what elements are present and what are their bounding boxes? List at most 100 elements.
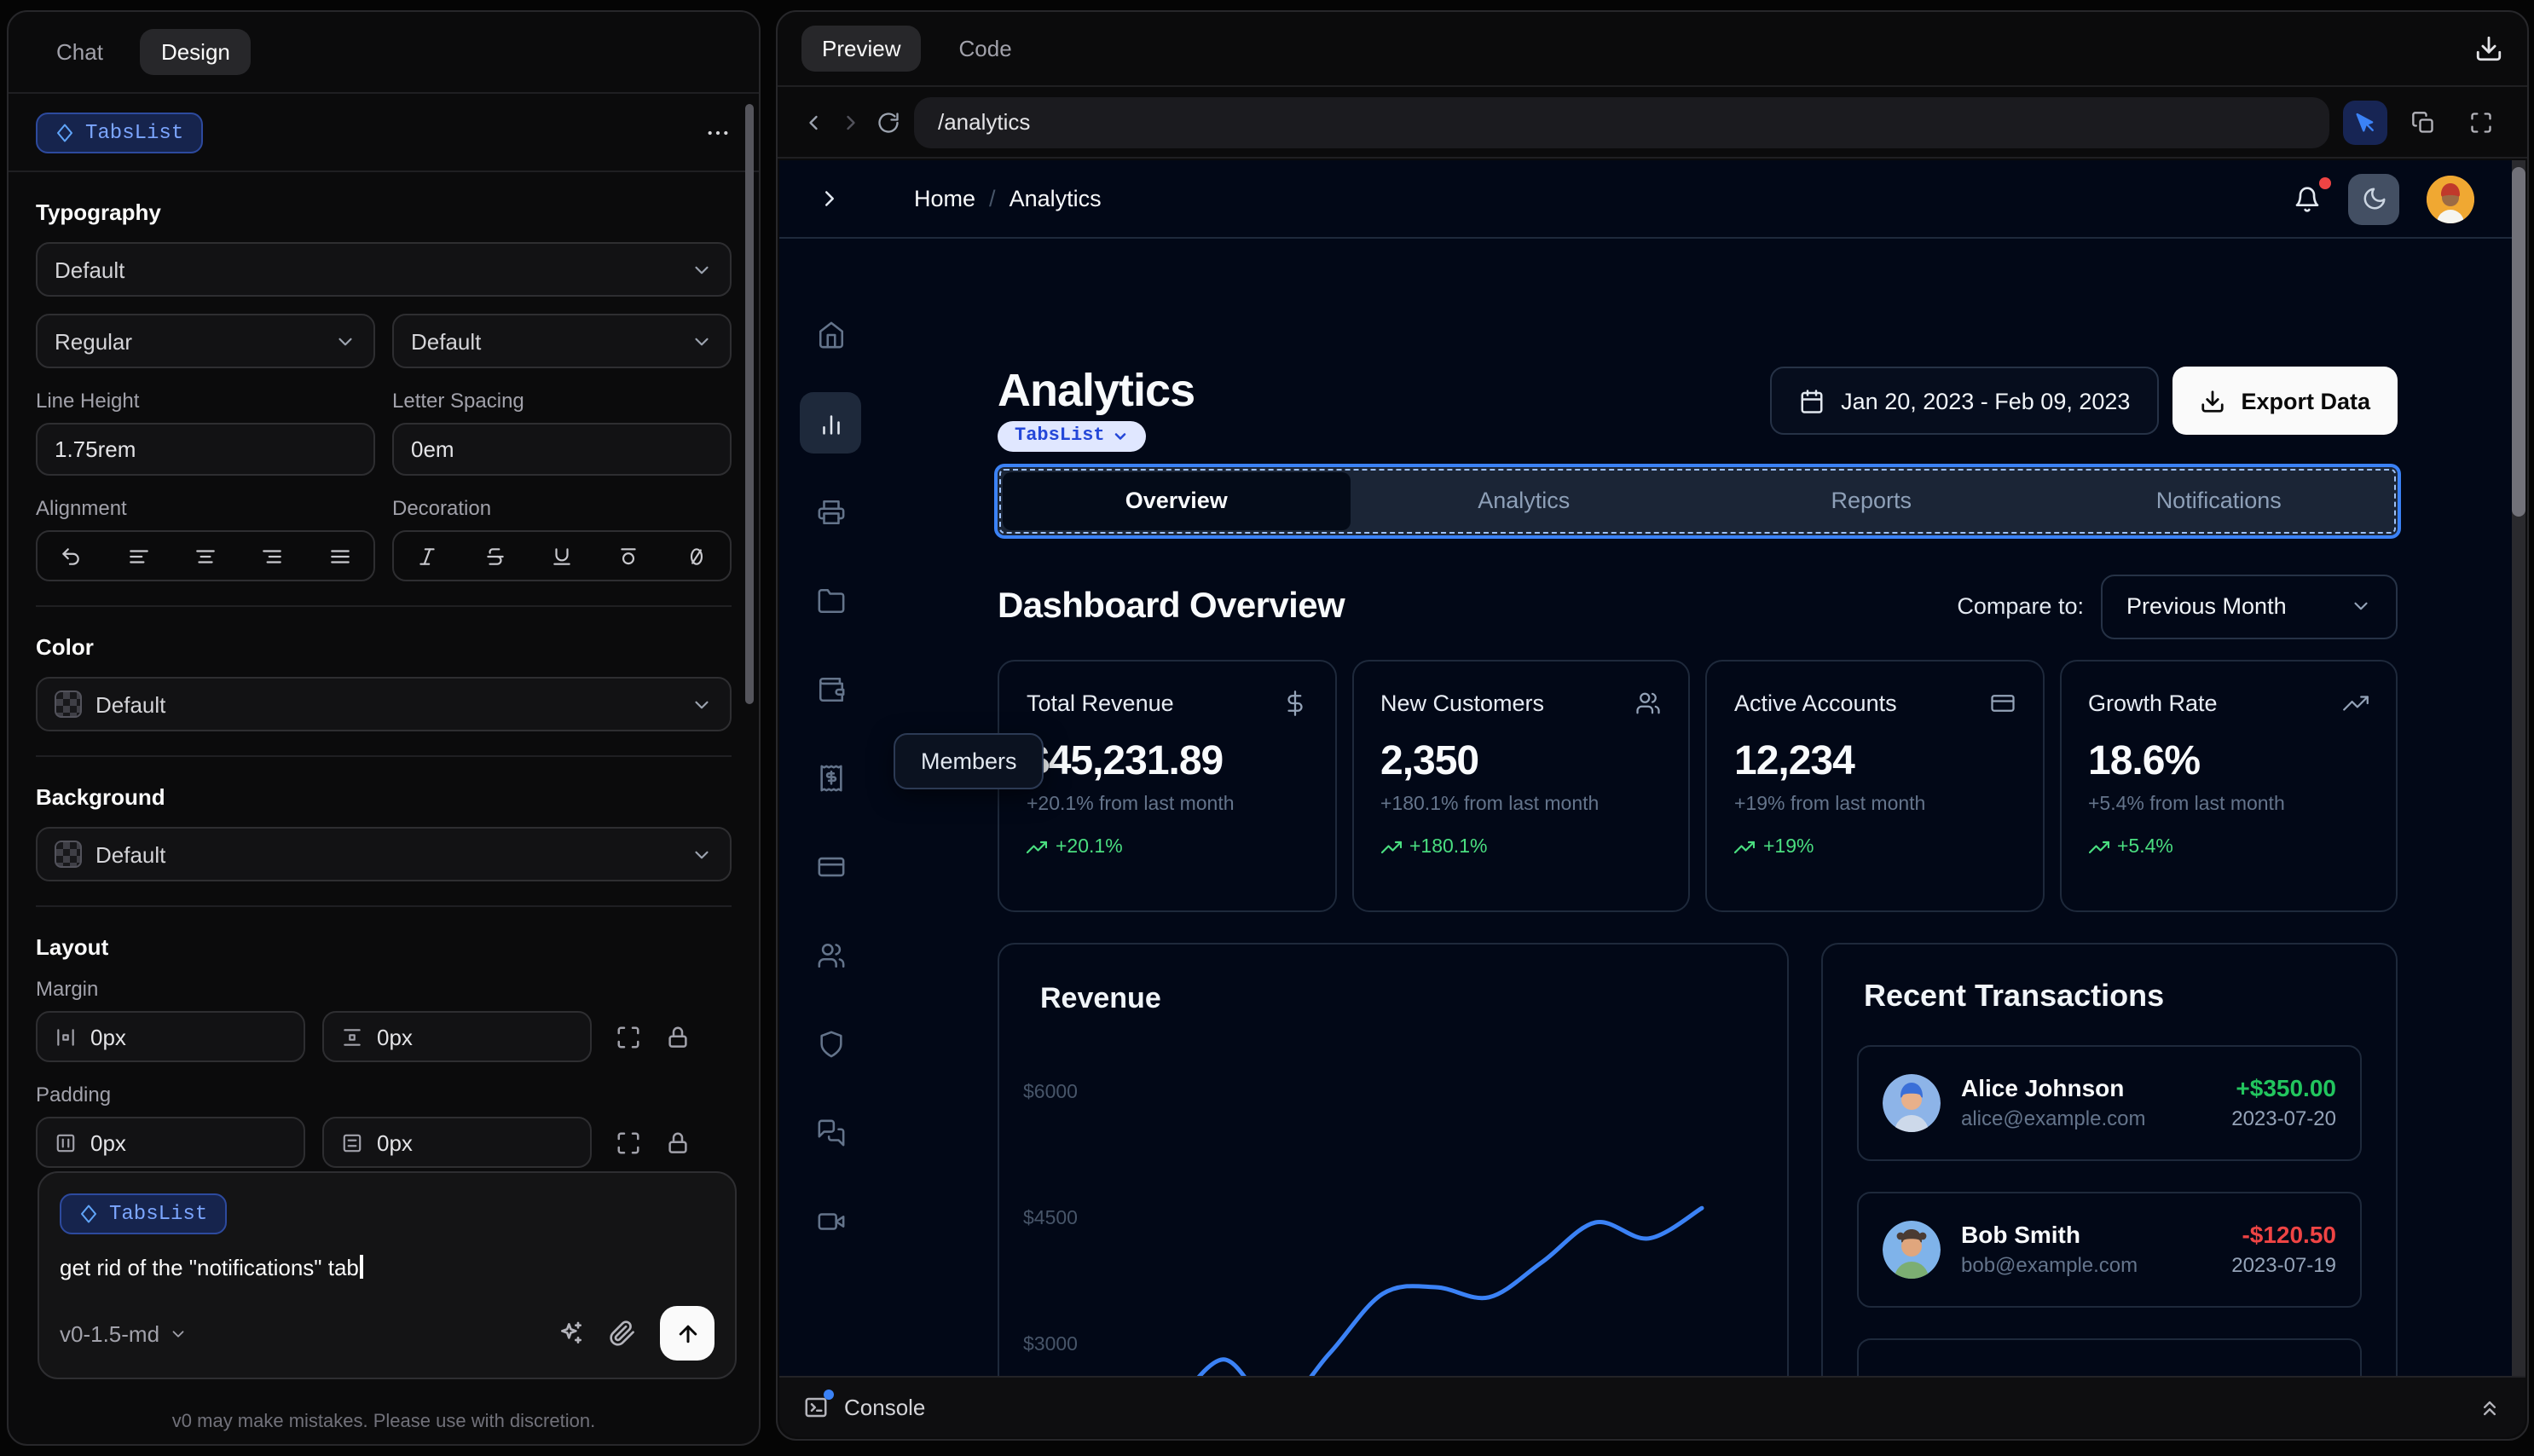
sidebar-item-wallet[interactable]: [800, 658, 861, 719]
sidebar-item-video[interactable]: [800, 1190, 861, 1251]
padding-lock-button[interactable]: [665, 1130, 691, 1155]
cursor-pointer-icon: [2356, 112, 2374, 131]
sidebar-item-home[interactable]: [800, 303, 861, 365]
sidebar-item-reports[interactable]: [800, 481, 861, 542]
tab-analytics[interactable]: Analytics: [1351, 471, 1698, 529]
tab-notifications[interactable]: Notifications: [2045, 471, 2393, 529]
compare-select[interactable]: Previous Month: [2101, 574, 2398, 639]
padding-x-input[interactable]: 0px: [36, 1117, 305, 1168]
attach-file-button[interactable]: [609, 1320, 636, 1347]
preview-scrollbar-thumb[interactable]: [2512, 167, 2525, 517]
copy-button[interactable]: [2401, 100, 2445, 144]
font-size-value: Default: [411, 328, 482, 354]
color-select[interactable]: Default: [36, 677, 732, 731]
stat-card-total-revenue: Total Revenue $45,231.89 +20.1% from las…: [998, 659, 1336, 912]
selected-element-badge[interactable]: TabsList: [36, 112, 203, 153]
transaction-row[interactable]: Bob Smith bob@example.com -$120.50 2023-…: [1857, 1191, 2362, 1308]
selected-element-row: TabsList: [9, 94, 759, 172]
compare-value: Previous Month: [2126, 593, 2287, 620]
align-justify-icon[interactable]: [329, 545, 351, 567]
font-weight-value: Regular: [55, 328, 133, 354]
enhance-prompt-button[interactable]: [558, 1320, 585, 1347]
line-height-input[interactable]: 1.75rem: [36, 423, 375, 476]
transaction-name: Alice Johnson: [1961, 1074, 2125, 1102]
underline-icon[interactable]: [551, 545, 573, 567]
notifications-button[interactable]: [2294, 176, 2331, 212]
selection-pill[interactable]: TabsList: [998, 420, 1146, 452]
font-family-select[interactable]: Default: [36, 242, 732, 297]
margin-label: Margin: [36, 977, 99, 1001]
preview-scrollbar-track[interactable]: [2512, 160, 2525, 1376]
sidebar-item-analytics[interactable]: [800, 392, 861, 454]
breadcrumb-current[interactable]: Analytics: [1010, 186, 1102, 211]
align-center-icon[interactable]: [194, 545, 217, 567]
letter-spacing-input[interactable]: 0em: [392, 423, 732, 476]
model-selector[interactable]: v0-1.5-md: [60, 1320, 187, 1346]
tab-overview[interactable]: Overview: [1003, 471, 1351, 530]
tab-reports[interactable]: Reports: [1698, 471, 2045, 529]
user-avatar[interactable]: [2427, 175, 2474, 222]
design-panel-header: Chat Design: [9, 12, 759, 94]
chevron-down-icon: [1114, 432, 1125, 440]
prompt-context-badge[interactable]: TabsList: [60, 1193, 227, 1234]
stat-title: New Customers: [1380, 690, 1545, 716]
tab-preview[interactable]: Preview: [801, 26, 922, 72]
align-right-icon[interactable]: [262, 545, 284, 567]
printer-icon: [817, 499, 844, 524]
font-weight-select[interactable]: Regular: [36, 314, 375, 368]
sidebar-item-files[interactable]: [800, 569, 861, 631]
url-input[interactable]: /analytics: [914, 96, 2329, 147]
margin-lock-button[interactable]: [665, 1024, 691, 1049]
sidebar-item-invoices[interactable]: [800, 747, 861, 808]
date-range-picker[interactable]: Jan 20, 2023 - Feb 09, 2023: [1769, 367, 2160, 435]
element-menu-button[interactable]: [704, 118, 732, 146]
prompt-composer[interactable]: TabsList get rid of the "notifications" …: [38, 1171, 737, 1379]
download-button[interactable]: [2474, 34, 2503, 63]
margin-expand-button[interactable]: [616, 1024, 641, 1049]
revenue-line-chart: [1196, 1205, 1704, 1376]
refresh-button[interactable]: [876, 110, 900, 134]
strikethrough-icon[interactable]: [483, 545, 506, 567]
diamond-icon: [81, 1205, 96, 1223]
no-decoration-icon[interactable]: [686, 545, 708, 567]
forward-button[interactable]: [839, 110, 863, 134]
send-button[interactable]: [660, 1306, 714, 1361]
breadcrumb-home[interactable]: Home: [914, 186, 975, 211]
sidebar-item-members[interactable]: [800, 924, 861, 985]
font-size-select[interactable]: Default: [392, 314, 732, 368]
sidebar-item-cards[interactable]: [800, 835, 861, 897]
tab-code[interactable]: Code: [939, 26, 1033, 72]
theme-toggle-button[interactable]: [2348, 173, 2399, 224]
tab-design[interactable]: Design: [140, 29, 251, 75]
export-data-button[interactable]: Export Data: [2172, 367, 2398, 435]
sidebar-toggle-button[interactable]: [817, 186, 842, 211]
sidebar-item-messages[interactable]: [800, 1101, 861, 1163]
layout-section: Layout Margin 0px 0px Padding 0px 0px: [36, 907, 732, 1192]
fullscreen-button[interactable]: [2459, 100, 2503, 144]
trending-up-icon: [1734, 841, 1755, 853]
console-bar[interactable]: Console: [779, 1376, 2525, 1437]
undo-icon[interactable]: [60, 545, 82, 567]
padding-y-input[interactable]: 0px: [322, 1117, 592, 1168]
overline-icon[interactable]: [618, 545, 640, 567]
messages-icon: [817, 1118, 844, 1146]
sidebar-item-security[interactable]: [800, 1013, 861, 1074]
tab-chat[interactable]: Chat: [36, 29, 124, 75]
charts-row: Revenue $6000 $4500 $3000 Recent Transac…: [998, 942, 2398, 1376]
panel-scrollbar[interactable]: [745, 104, 754, 704]
members-tooltip: Members: [894, 733, 1044, 789]
color-value: Default: [95, 691, 166, 717]
align-left-icon[interactable]: [127, 545, 149, 567]
background-select[interactable]: Default: [36, 827, 732, 881]
italic-icon[interactable]: [416, 545, 438, 567]
tabs-list-selected-element[interactable]: Overview Analytics Reports Notifications: [998, 466, 2398, 535]
ellipsis-icon: [708, 130, 728, 135]
console-expand-button[interactable]: [2478, 1395, 2502, 1419]
transaction-row[interactable]: Alice Johnson alice@example.com +$350.00…: [1857, 1044, 2362, 1161]
back-button[interactable]: [801, 110, 825, 134]
margin-x-input[interactable]: 0px: [36, 1011, 305, 1062]
design-select-mode-button[interactable]: [2343, 100, 2387, 144]
prompt-input[interactable]: get rid of the "notifications" tab: [60, 1255, 714, 1280]
margin-y-input[interactable]: 0px: [322, 1011, 592, 1062]
padding-expand-button[interactable]: [616, 1130, 641, 1155]
